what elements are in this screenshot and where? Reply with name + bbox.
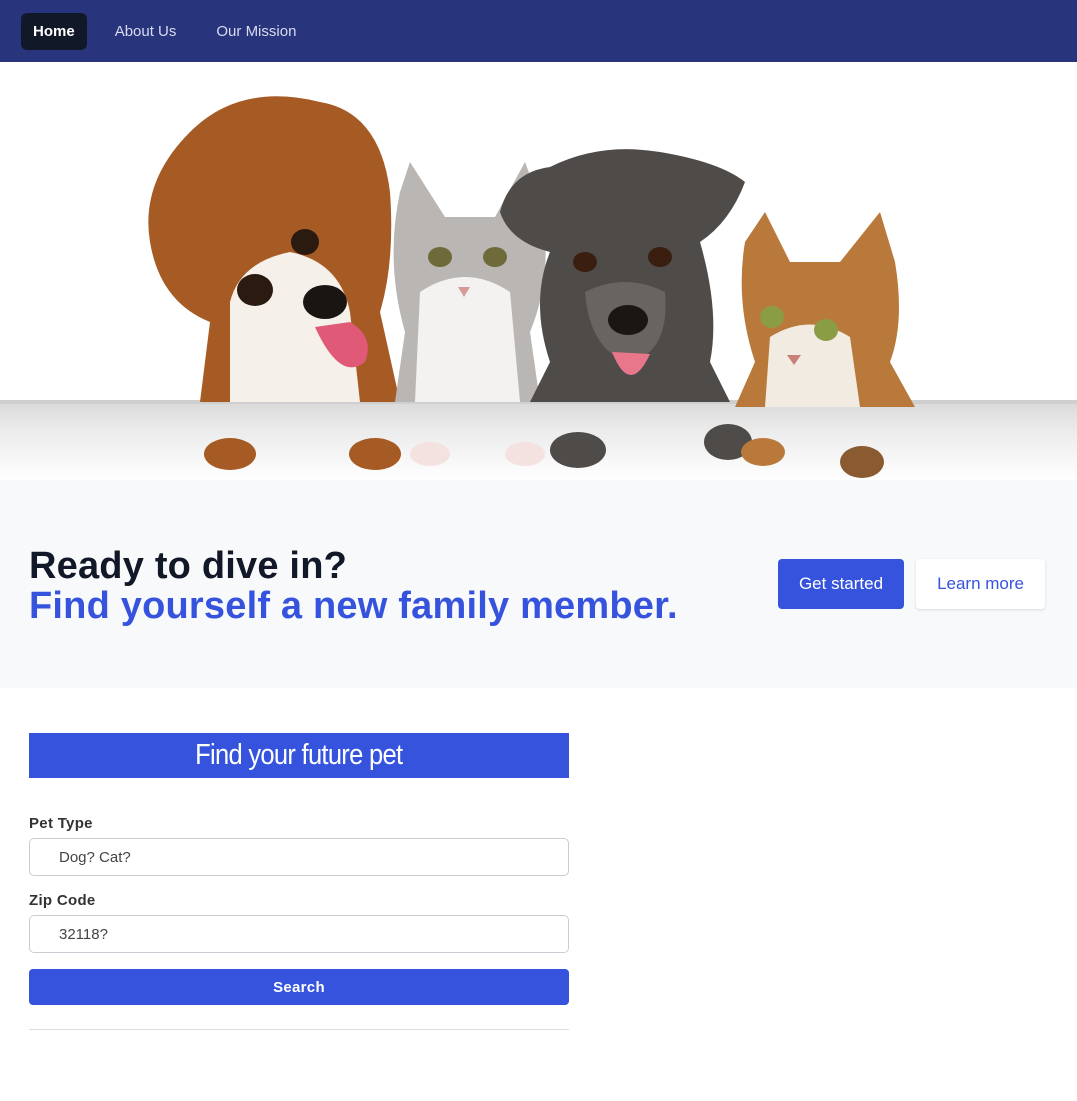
nav-about-us[interactable]: About Us [103, 13, 189, 50]
zip-code-input[interactable] [29, 915, 569, 953]
zip-code-label: Zip Code [29, 892, 96, 909]
pet-type-input[interactable] [29, 838, 569, 876]
nav-home[interactable]: Home [21, 12, 87, 50]
form-divider [29, 1029, 569, 1030]
cta-title: Ready to dive in? [29, 545, 348, 587]
hero-banner [0, 62, 1077, 480]
search-button[interactable]: Search [29, 969, 569, 1005]
cta-buttons: Get started Learn more [777, 559, 1045, 609]
get-started-button[interactable]: Get started [777, 559, 905, 609]
cta-subtitle: Find yourself a new family member. [29, 585, 678, 627]
search-form-title: Find your future pet [29, 733, 569, 778]
cta-headline: Ready to dive in? Find yourself a new fa… [29, 546, 678, 626]
pet-search-form: Find your future pet Pet Type Zip Code S… [29, 733, 569, 1030]
hero-pets-image [0, 96, 1077, 480]
cta-section: Ready to dive in? Find yourself a new fa… [0, 480, 1077, 688]
top-navbar: Home About Us Our Mission [0, 0, 1077, 62]
learn-more-button[interactable]: Learn more [916, 559, 1045, 609]
pet-type-label: Pet Type [29, 815, 93, 832]
nav-our-mission[interactable]: Our Mission [204, 13, 308, 50]
search-form-title-text: Find your future pet [195, 739, 403, 771]
